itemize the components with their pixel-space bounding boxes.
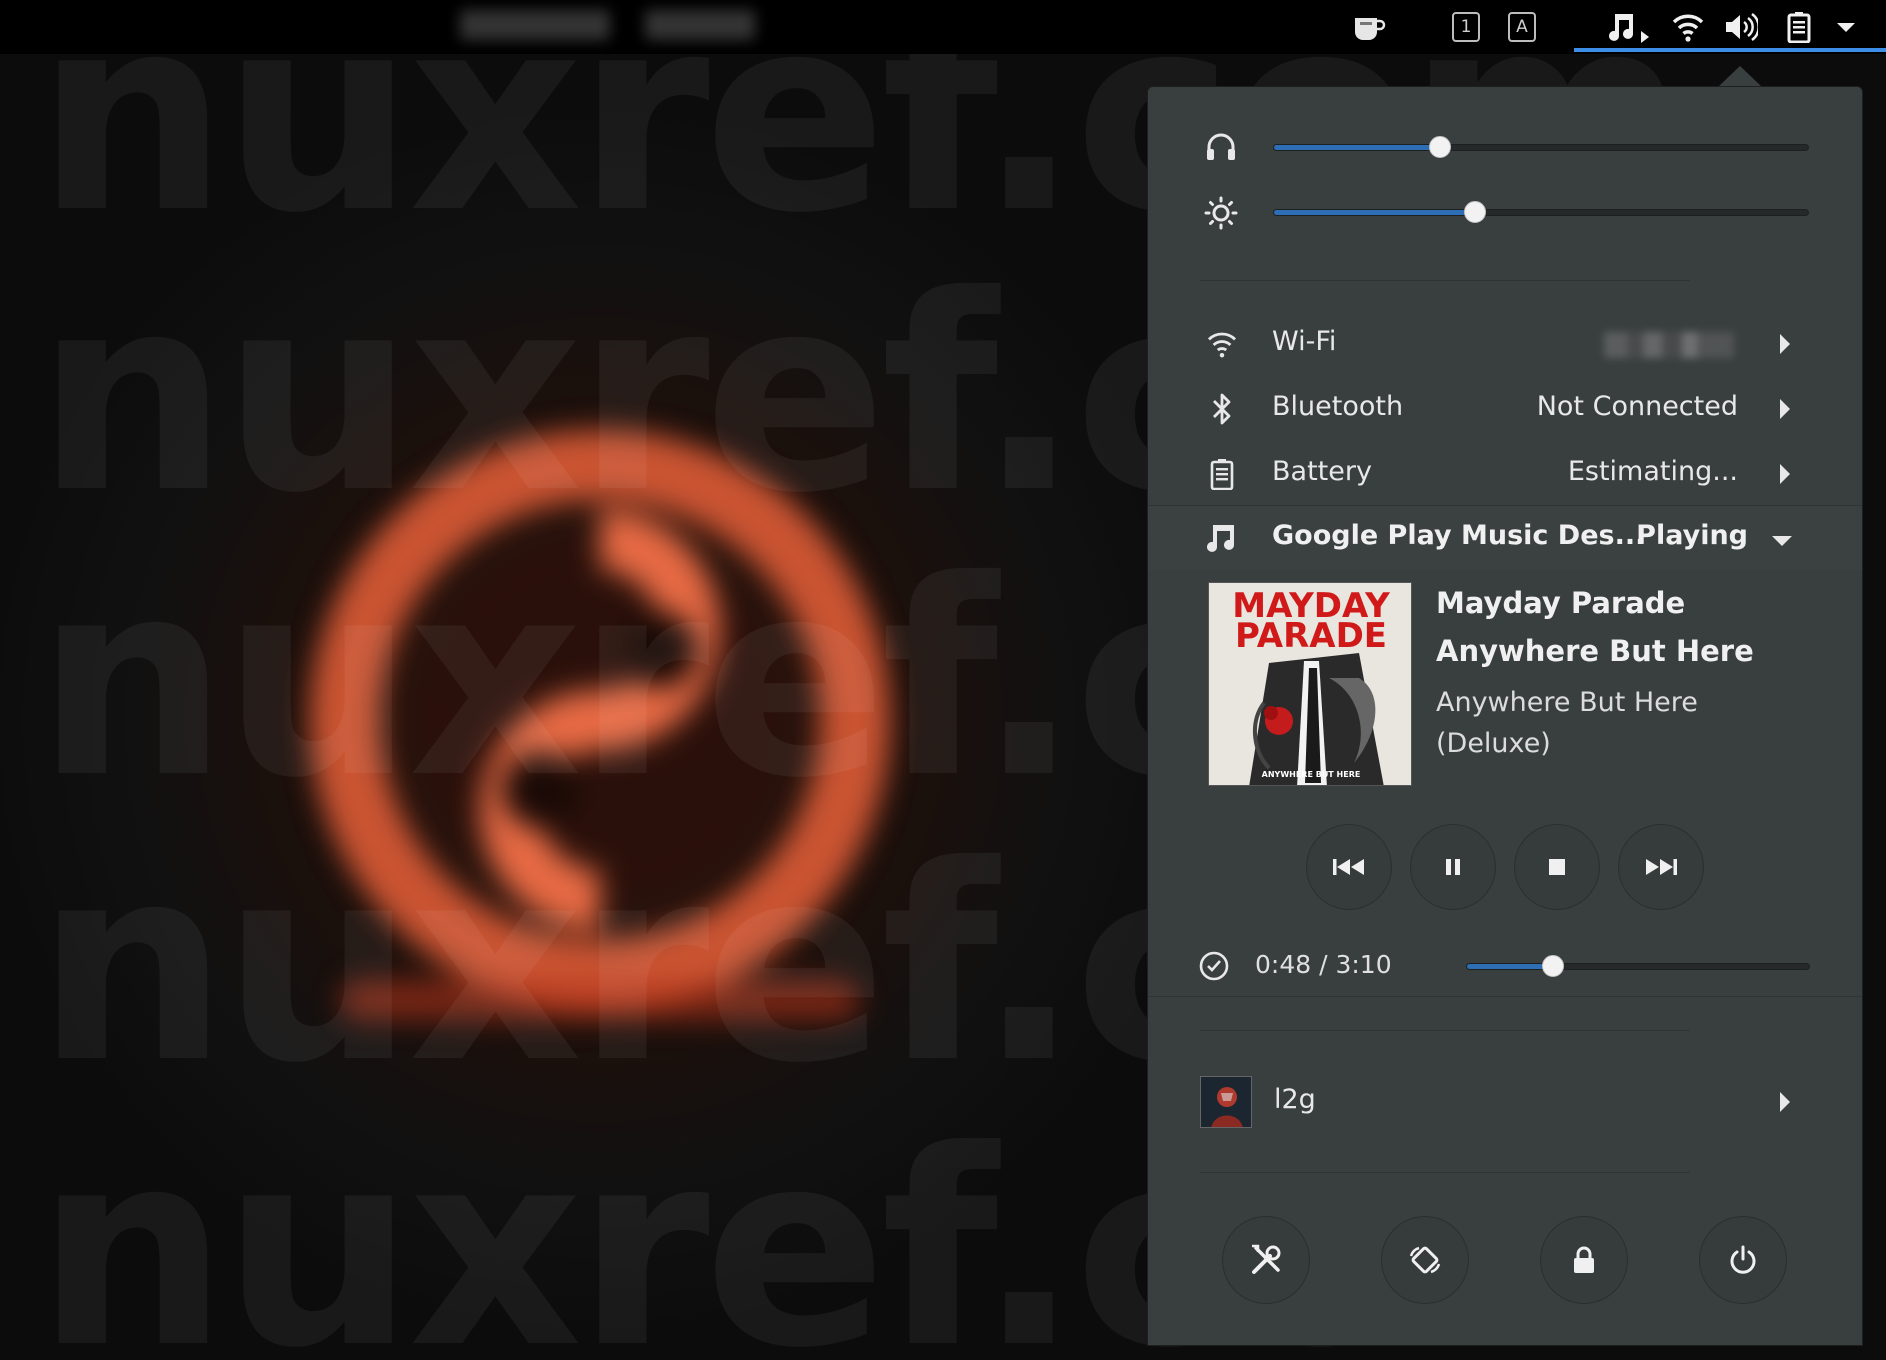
bluetooth-icon (1204, 391, 1240, 427)
volume-slider[interactable] (1273, 136, 1809, 158)
battery-menu-item[interactable]: Battery Estimating... (1148, 442, 1862, 506)
user-name: l2g (1274, 1084, 1316, 1115)
pause-icon (1446, 859, 1460, 875)
battery-icon (1204, 456, 1240, 492)
workspace-label: 1 (1452, 12, 1480, 42)
workspace-indicator[interactable]: 1 (1452, 10, 1480, 44)
wifi-label: Wi-Fi (1272, 326, 1337, 357)
battery-icon[interactable] (1786, 10, 1812, 44)
player-state: Playing (1636, 520, 1748, 551)
wifi-menu-item[interactable]: Wi-Fi (1148, 312, 1862, 376)
playback-slider[interactable] (1466, 955, 1810, 977)
album-art-text: ANYWHERE BUT HERE (1262, 770, 1361, 779)
brightness-slider[interactable] (1273, 201, 1809, 223)
album-art-text: PARADE (1235, 616, 1387, 656)
playback-slider-fill (1467, 964, 1553, 969)
wifi-network-name-redacted (1604, 332, 1734, 358)
brightness-slider-fill (1274, 210, 1475, 215)
user-menu-item[interactable]: l2g (1148, 1070, 1862, 1134)
bluetooth-menu-item[interactable]: Bluetooth Not Connected (1148, 377, 1862, 441)
volume-icon[interactable] (1724, 10, 1758, 44)
headphones-icon (1204, 130, 1238, 168)
music-icon[interactable] (1606, 10, 1652, 44)
track-album: Anywhere But Here (Deluxe) (1436, 687, 1698, 759)
activities-button[interactable] (460, 10, 610, 40)
volume-slider-fill (1274, 145, 1440, 150)
settings-button[interactable] (1222, 1216, 1310, 1304)
previous-icon (1333, 859, 1364, 875)
album-art: MAYDAY PARADE ANYWHERE BUT HERE (1208, 582, 1412, 786)
wifi-icon[interactable] (1672, 10, 1704, 44)
music-icon (1204, 520, 1240, 556)
stop-button[interactable] (1514, 824, 1600, 910)
brightness-slider-handle[interactable] (1464, 201, 1486, 223)
chevron-right-icon (1780, 464, 1790, 484)
bluetooth-status: Not Connected (1536, 391, 1738, 422)
playback-slider-handle[interactable] (1542, 955, 1564, 977)
clock-icon (1198, 950, 1230, 986)
playback-position: 0:48 / 3:10 (1255, 950, 1392, 979)
rotation-lock-button[interactable] (1381, 1216, 1469, 1304)
player-name: Google Play Music Des... (1272, 520, 1646, 551)
stop-icon (1549, 859, 1565, 875)
dropdown-arrow-icon[interactable] (1834, 10, 1858, 44)
chevron-down-icon[interactable] (1772, 536, 1792, 546)
power-icon (1730, 1245, 1756, 1274)
avatar (1200, 1076, 1252, 1128)
track-title: Anywhere But Here (1436, 634, 1754, 668)
bluetooth-label: Bluetooth (1272, 391, 1404, 422)
menu-pointer (1718, 66, 1762, 87)
volume-slider-handle[interactable] (1429, 136, 1451, 158)
separator (1200, 1172, 1690, 1173)
chevron-right-icon (1780, 334, 1790, 354)
chevron-right-icon (1780, 399, 1790, 419)
battery-label: Battery (1272, 456, 1372, 487)
lock-icon (1574, 1246, 1594, 1273)
rotation-lock-icon (1409, 1246, 1441, 1274)
chevron-right-icon (1780, 1092, 1790, 1112)
lock-button[interactable] (1540, 1216, 1628, 1304)
separator (1200, 280, 1690, 281)
next-button[interactable] (1618, 824, 1704, 910)
clock[interactable] (645, 10, 755, 40)
keyboard-label: A (1508, 12, 1536, 42)
active-indicator-underline (1574, 48, 1886, 52)
next-icon (1646, 859, 1677, 875)
media-player-header[interactable]: Google Play Music Des... Playing (1148, 506, 1862, 570)
settings-icon (1252, 1244, 1281, 1274)
power-button[interactable] (1699, 1216, 1787, 1304)
wifi-icon (1204, 326, 1240, 362)
top-bar: 1 A (0, 0, 1886, 54)
caffeine-icon[interactable] (1352, 10, 1386, 44)
separator (1148, 996, 1862, 997)
keyboard-layout[interactable]: A (1508, 10, 1536, 44)
battery-status: Estimating... (1567, 456, 1738, 487)
brightness-icon (1204, 196, 1238, 234)
wallpaper-logo (300, 420, 900, 1020)
previous-button[interactable] (1306, 824, 1392, 910)
pause-button[interactable] (1410, 824, 1496, 910)
separator (1200, 1030, 1690, 1031)
track-artist: Mayday Parade (1436, 586, 1686, 620)
